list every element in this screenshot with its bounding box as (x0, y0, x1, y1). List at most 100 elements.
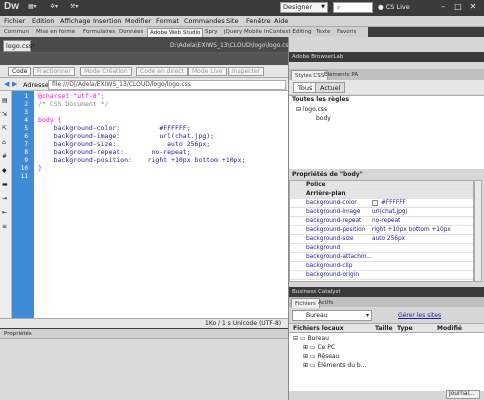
prop-row[interactable]: background-image url(chat.jpg) (290, 208, 473, 217)
tab-adobe-web-studio[interactable]: Adobe Web Studio (147, 28, 204, 37)
document-tab[interactable]: logo.css* (3, 40, 35, 52)
site-select-value: Bureau (306, 312, 328, 319)
code-line-comment: /* CSS Document */ (38, 100, 109, 108)
properties-scrollbar[interactable] (474, 180, 482, 282)
tab-mise-en-forme[interactable]: Mise en forme (34, 28, 77, 37)
tree-item-desktop-items[interactable]: ⊞ ▭ Éléments du b... (303, 362, 366, 369)
rule-body-item[interactable]: body (316, 115, 331, 122)
journal-button[interactable]: Journal... (446, 390, 480, 399)
browserlab-header[interactable]: Adobe BrowserLab (289, 52, 484, 62)
tab-spry[interactable]: Spry (203, 28, 220, 37)
tab-donnees[interactable]: Données (117, 28, 145, 37)
site-icon[interactable]: ⚒▾ (70, 3, 78, 13)
tree-item-network[interactable]: ⊞ ▭ Réseau (303, 353, 339, 360)
properties-header[interactable]: Propriétés (0, 329, 288, 339)
line-numbers-icon[interactable]: # (2, 153, 7, 160)
tree-item-bureau[interactable]: ⊟ ▭ Bureau (293, 335, 329, 342)
tab-commun[interactable]: Commun (2, 28, 31, 37)
search-input[interactable]: ⌕ (333, 2, 373, 13)
tab-actifs[interactable]: Actifs (315, 298, 336, 308)
manage-sites-link[interactable]: Gérer les sites (398, 312, 441, 319)
menu-affichage[interactable]: Affichage (60, 17, 91, 25)
back-icon[interactable]: ◀ (4, 80, 9, 88)
app-logo: Dw (4, 1, 19, 12)
prop-row[interactable]: background-clip (290, 262, 473, 271)
menu-fichier[interactable]: Fichier (4, 17, 25, 25)
workspace-label: Designer (283, 3, 313, 11)
prop-row[interactable]: background-position right +10px bottom +1… (290, 226, 473, 235)
address-field[interactable]: file:///D|/Adela/EXIWS_13/CLOUD/logo/log… (48, 80, 286, 90)
files-header: Fichiers locaux Taille Type Modifié (289, 323, 484, 333)
document-path: D:\Adela\EXIWS_13\CLOUD\logo\logo.css (170, 42, 292, 49)
menu-aide[interactable]: Aide (274, 17, 288, 25)
indent-icon[interactable]: ⇥ (2, 195, 7, 202)
tab-elements-pa[interactable]: Éléments PA (321, 70, 361, 80)
code-line-background-position: background-position: right +10px bottom … (38, 156, 246, 164)
code-line-background-repeat: background-repeat: no-repeat; (38, 148, 191, 156)
maximize-button[interactable]: □ (451, 1, 465, 12)
color-swatch[interactable] (372, 199, 378, 206)
properties-table: Police Arrière-plan background-color #FFF… (289, 180, 474, 282)
layout-icon[interactable]: ▦▾ (28, 3, 37, 13)
live-view-button[interactable]: Mode Live (188, 67, 227, 76)
line-number: 2 (24, 101, 28, 108)
site-select[interactable]: Bureau ▾ (292, 310, 372, 321)
rule-file-item[interactable]: ⊟ logo.css (296, 106, 327, 113)
prop-row[interactable]: background (290, 244, 473, 253)
view-design-button[interactable]: Mode Création (80, 67, 132, 76)
tab-texte[interactable]: Texte (314, 28, 333, 37)
expand-icon[interactable]: ⇱ (2, 125, 7, 132)
prop-row[interactable]: background-origin (290, 271, 473, 280)
cs-live-button[interactable]: ● CS Live (378, 3, 410, 11)
tab-jquery-mobile[interactable]: jQuery Mobile (222, 28, 264, 37)
forward-icon[interactable]: ▶ (12, 80, 17, 88)
select-parent-icon[interactable]: ⌂ (2, 139, 6, 146)
menu-modifier[interactable]: Modifier (125, 17, 151, 25)
inspect-button[interactable]: Inspecter (228, 67, 265, 76)
toggle-current-button[interactable]: Actuel (315, 82, 346, 93)
toggle-all-button[interactable]: Tous (293, 82, 318, 93)
menu-edition[interactable]: Edition (32, 17, 55, 25)
menu-bar: Fichier Edition Affichage Insertion Modi… (0, 16, 484, 27)
tree-item-pc[interactable]: ⊞ ▭ Ce PC (303, 344, 335, 351)
menu-format[interactable]: Format (156, 17, 179, 25)
properties-title: Propriétés de "body" (292, 171, 363, 178)
view-split-button[interactable]: Fractionner (33, 67, 75, 76)
col-modified[interactable]: Modifié (437, 325, 462, 332)
prop-row[interactable]: background-size auto 256px (290, 235, 473, 244)
insert-tabs: Commun Mise en forme Formulaires Données… (0, 27, 368, 37)
tab-favoris[interactable]: Favoris (335, 28, 358, 37)
col-type[interactable]: Type (397, 325, 413, 332)
business-catalyst-header[interactable]: Business Catalyst (289, 287, 484, 297)
tab-formulaires[interactable]: Formulaires (81, 28, 117, 37)
close-button[interactable]: ✕ (466, 1, 480, 12)
view-code-button[interactable]: Code (8, 67, 32, 76)
col-size[interactable]: Taille (375, 325, 393, 332)
prop-row[interactable]: background-repeat no-repeat (290, 217, 473, 226)
prop-row[interactable]: background-attachm... (290, 253, 473, 262)
menu-commandes[interactable]: Commandes (184, 17, 225, 25)
comment-icon[interactable]: ▬ (2, 181, 8, 188)
workspace-switcher[interactable]: Designer ▼ (280, 2, 328, 13)
prop-category[interactable]: Police (290, 181, 473, 190)
cs-live-label: CS Live (385, 3, 410, 11)
line-number: 10 (20, 165, 28, 172)
col-local-files[interactable]: Fichiers locaux (293, 325, 344, 332)
prop-row[interactable]: background-color #FFFFFF (290, 199, 473, 208)
live-code-button[interactable]: Code en direct (136, 67, 188, 76)
open-documents-icon[interactable]: ▤ (2, 97, 8, 104)
highlight-icon[interactable]: ◆ (2, 167, 7, 174)
line-number: 5 (24, 125, 28, 132)
menu-fenetre[interactable]: Fenêtre (246, 17, 271, 25)
outdent-icon[interactable]: ⇤ (2, 209, 7, 216)
code-line-charset: @charset "utf-8"; (38, 92, 105, 100)
settings-icon[interactable]: ✲▾ (50, 3, 58, 13)
menu-site[interactable]: Site (226, 17, 238, 25)
tab-incontext-editing[interactable]: InContext Editing (262, 28, 314, 37)
menu-insertion[interactable]: Insertion (93, 17, 122, 25)
related-files-bar (0, 53, 288, 65)
prop-category[interactable]: Arrière-plan (290, 190, 473, 199)
format-icon[interactable]: ≡ (2, 223, 7, 230)
collapse-icon[interactable]: ⇲ (2, 111, 7, 118)
minimize-button[interactable]: – (436, 1, 450, 12)
